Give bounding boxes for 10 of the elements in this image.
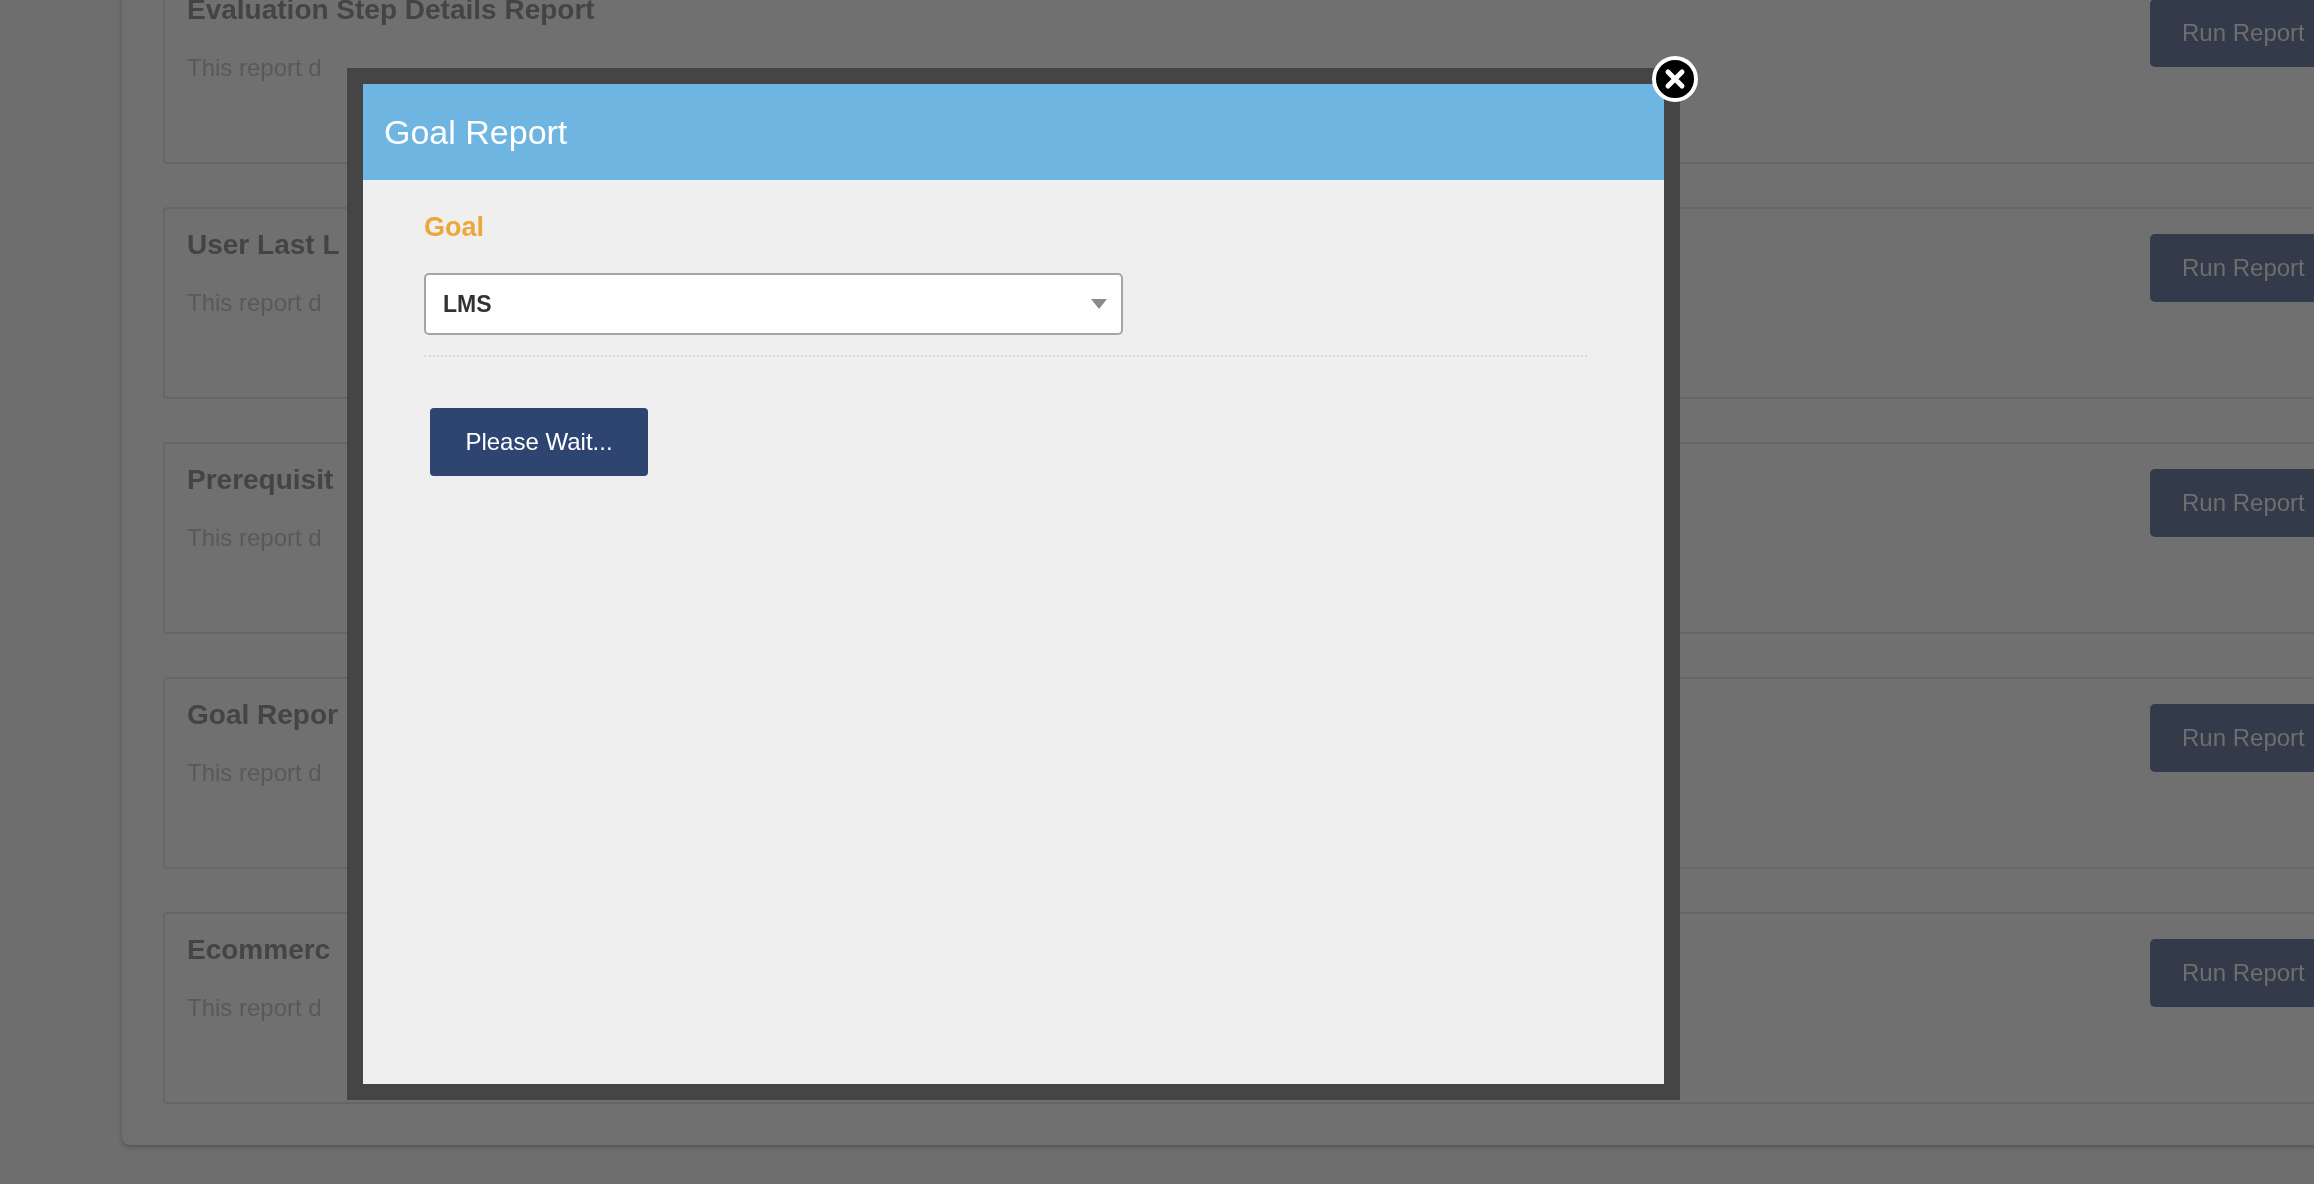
goal-select[interactable]: LMS [424, 273, 1123, 335]
run-report-button[interactable]: Run Report [2150, 469, 2314, 537]
dropdown-caret-icon [1091, 299, 1107, 309]
dialog-title: Goal Report [384, 112, 568, 152]
run-report-button[interactable]: Run Report [2150, 704, 2314, 772]
run-report-button[interactable]: Run Report [2150, 939, 2314, 1007]
run-report-button[interactable]: Run Report [2150, 0, 2314, 67]
please-wait-button[interactable]: Please Wait... [430, 408, 648, 476]
field-label: Goal [424, 212, 485, 243]
run-report-button[interactable]: Run Report [2150, 234, 2314, 302]
